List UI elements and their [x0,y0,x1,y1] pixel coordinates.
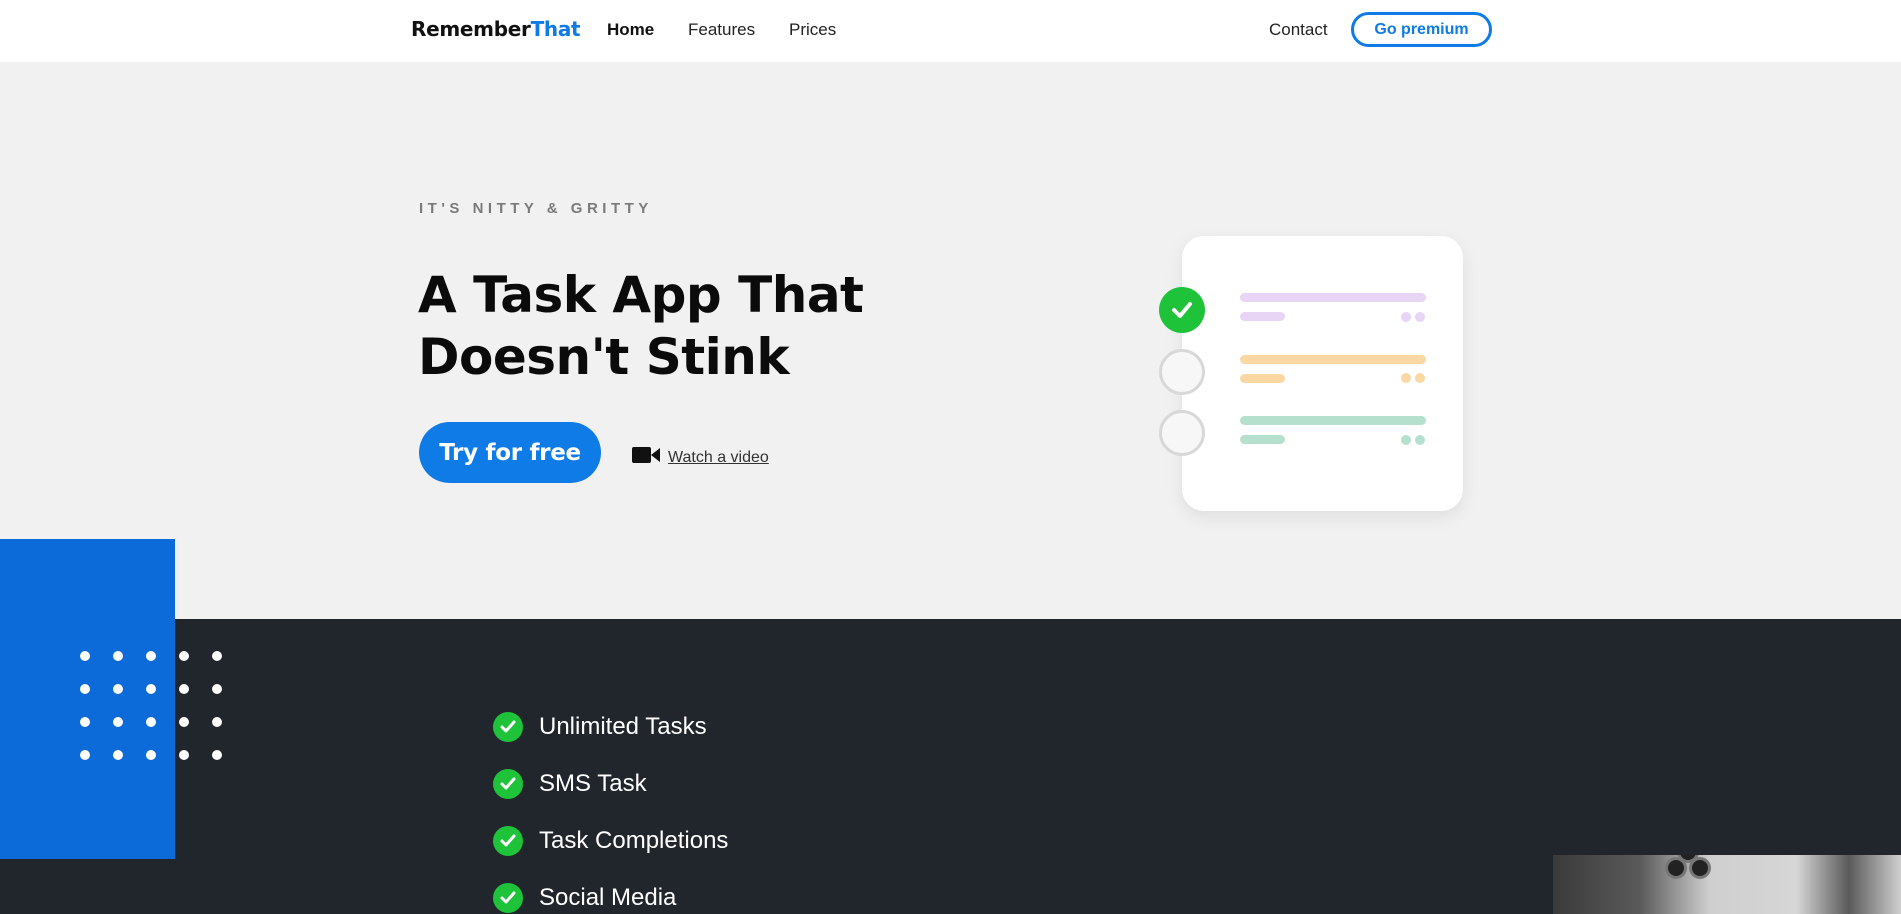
feature-item: Unlimited Tasks [493,698,728,755]
nav-link-contact[interactable]: Contact [1269,20,1328,40]
check-icon [493,825,523,856]
feature-label: Social Media [539,883,677,911]
logo-main-text: Remember [411,17,531,41]
decorative-dots-grid [80,651,230,761]
top-navbar: RememberThat Home Features Prices Contac… [0,0,1901,62]
task-dot [1415,373,1425,383]
task-dot [1401,312,1411,322]
nav-link-prices[interactable]: Prices [789,20,836,40]
task-dot [1401,435,1411,445]
feature-item: SMS Task [493,755,728,812]
go-premium-button[interactable]: Go premium [1351,12,1492,47]
feature-label: SMS Task [539,769,647,797]
nav-link-features[interactable]: Features [688,20,755,40]
logo[interactable]: RememberThat [411,17,581,41]
task-checked-icon [1159,287,1205,333]
check-icon [493,882,523,913]
feature-item: Task Completions [493,812,728,869]
task-dot [1415,312,1425,322]
feature-label: Unlimited Tasks [539,712,707,740]
feature-item: Social Media [493,869,728,914]
watch-video-label: Watch a video [668,448,769,466]
task-bar-long [1240,416,1426,425]
task-unchecked-icon [1159,349,1205,395]
try-for-free-button[interactable]: Try for free [419,422,601,483]
task-bar-short [1240,312,1285,321]
video-camera-icon [632,446,660,469]
hero-title-line1: A Task App That [418,266,864,324]
feature-label: Task Completions [539,826,729,854]
task-list-illustration-card [1182,236,1463,511]
task-bar-short [1240,374,1285,383]
task-bar-long [1240,293,1426,302]
hero-eyebrow: IT'S NITTY & GRITTY [419,200,653,217]
watch-video-link[interactable]: Watch a video [632,446,769,469]
nav-link-home[interactable]: Home [607,20,654,40]
video-thumbnail[interactable] [1553,855,1901,914]
hero-title: A Task App That Doesn't Stink [418,264,978,388]
task-unchecked-icon [1159,410,1205,456]
hero-title-line2: Doesn't Stink [418,328,790,386]
task-bar-short [1240,435,1285,444]
logo-accent-text: That [530,17,581,41]
task-dot [1415,435,1425,445]
check-icon [493,768,523,799]
task-dot [1401,373,1411,383]
feature-list: Unlimited Tasks SMS Task Task Completion… [493,698,728,914]
task-bar-long [1240,355,1426,364]
check-icon [493,711,523,742]
